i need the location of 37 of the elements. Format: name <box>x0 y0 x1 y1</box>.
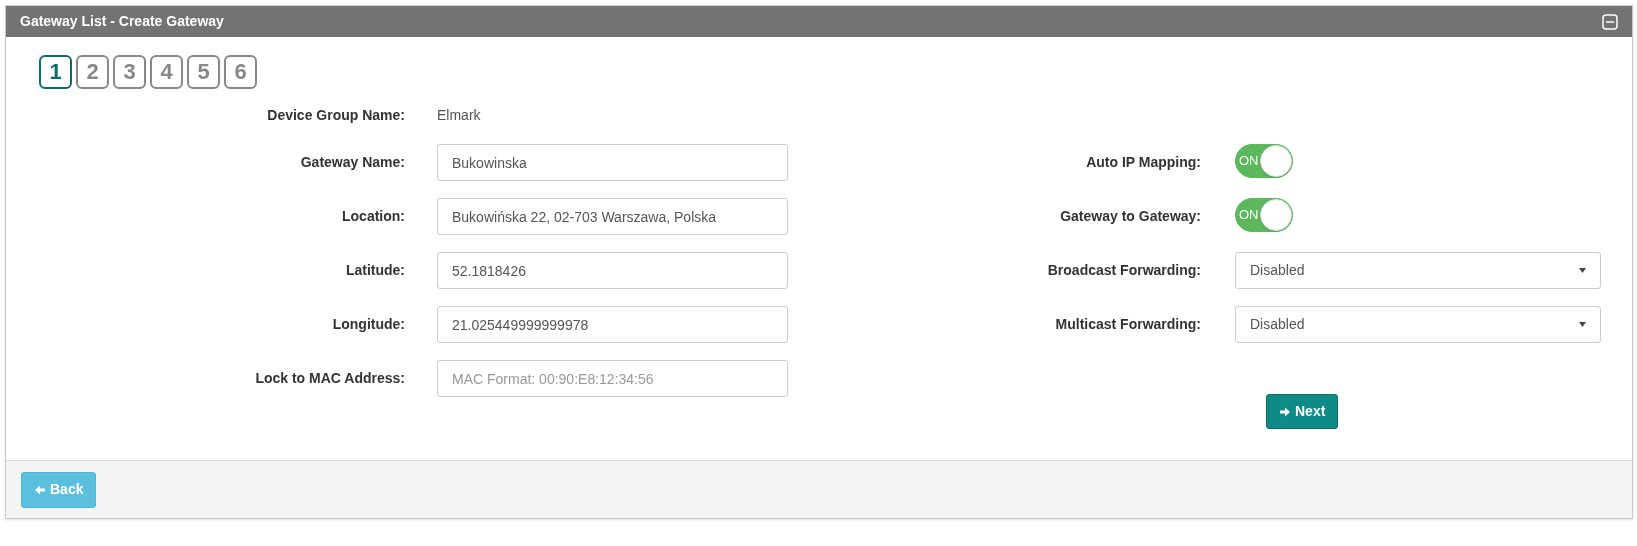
text-field[interactable]: Bukowińska 22, 02-703 Warszawa, Polska <box>437 198 788 235</box>
field-label: Gateway Name: <box>299 153 405 172</box>
toggle-switch[interactable]: ON <box>1235 144 1293 178</box>
dropdown-select[interactable]: Disabled <box>1235 306 1601 343</box>
field-label: Gateway to Gateway: <box>1059 207 1201 226</box>
field-value: Elmark <box>437 105 481 125</box>
step-tab[interactable]: 2 <box>76 55 109 89</box>
dropdown-select[interactable]: Disabled <box>1235 252 1601 289</box>
field-label: Auto IP Mapping: <box>1085 153 1201 172</box>
step-tab[interactable]: 6 <box>224 55 257 89</box>
text-field[interactable]: MAC Format: 00:90:E8:12:34:56 <box>437 360 788 397</box>
arrow-right-icon <box>1279 405 1291 418</box>
field-label: Broadcast Forwarding: <box>1046 261 1201 280</box>
step-tab[interactable]: 3 <box>113 55 146 89</box>
caret-icon <box>1579 322 1586 327</box>
toggle-knob <box>1260 199 1292 231</box>
toggle-label: ON <box>1239 153 1259 169</box>
field-label: Lock to MAC Address: <box>254 369 405 388</box>
text-field[interactable]: Bukowinska <box>437 144 788 181</box>
text-field[interactable]: 21.025449999999978 <box>437 306 788 343</box>
caret-icon <box>1579 268 1586 273</box>
text-field[interactable]: 52.1818426 <box>437 252 788 289</box>
field-label: Longitude: <box>331 315 405 334</box>
toggle-switch[interactable]: ON <box>1235 198 1293 232</box>
toggle-knob <box>1260 145 1292 177</box>
next-button[interactable]: Next <box>1266 394 1339 429</box>
field-label: Location: <box>341 207 405 226</box>
field-label: Device Group Name: <box>266 105 405 125</box>
panel-title: Gateway List - Create Gateway <box>20 12 224 31</box>
arrow-left-icon <box>34 483 46 496</box>
toggle-label: ON <box>1239 207 1259 223</box>
step-tab[interactable]: 4 <box>150 55 183 89</box>
step-tab[interactable]: 5 <box>187 55 220 89</box>
collapse-icon[interactable] <box>1602 13 1618 30</box>
field-label: Latitude: <box>344 261 405 280</box>
step-tab[interactable]: 1 <box>39 55 72 89</box>
field-label: Multicast Forwarding: <box>1054 315 1201 334</box>
